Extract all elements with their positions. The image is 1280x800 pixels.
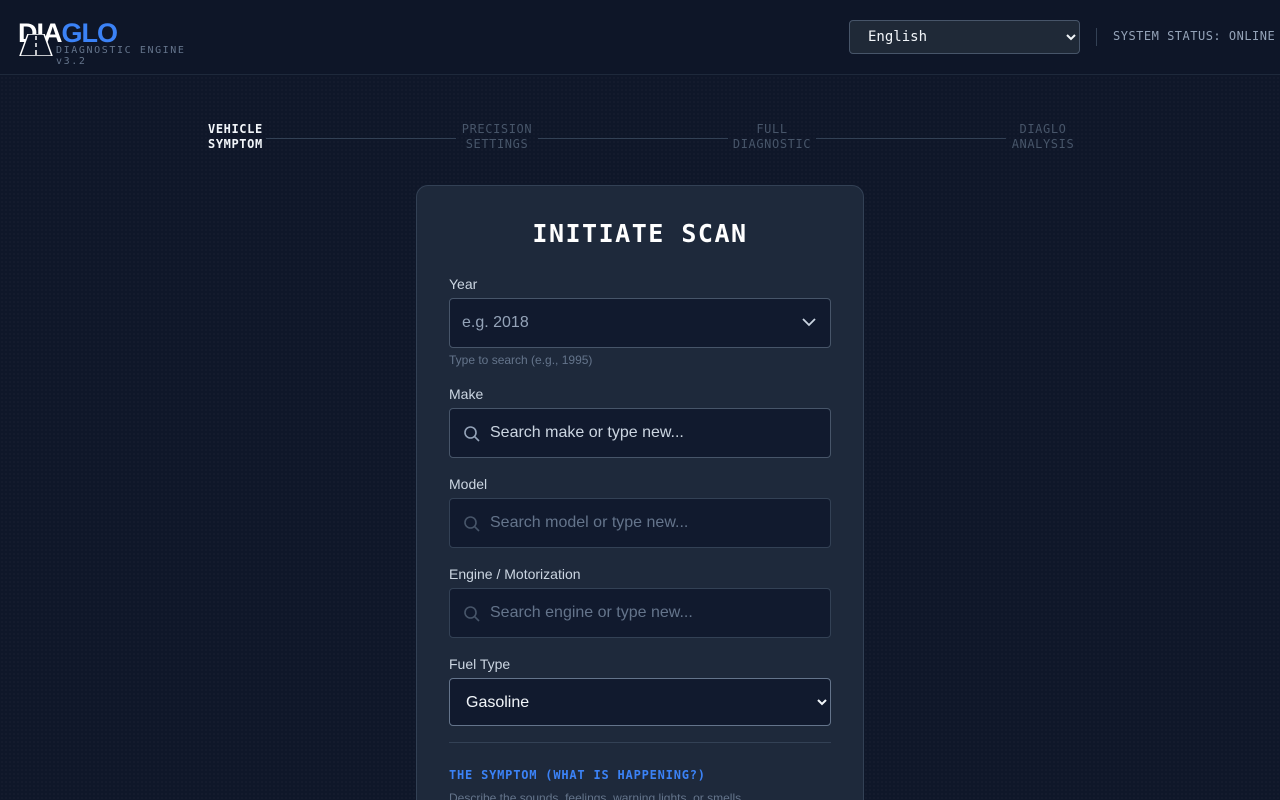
- step-precision-settings[interactable]: PRECISION SETTINGS: [455, 122, 539, 152]
- model-placeholder: Search model or type new...: [490, 514, 689, 531]
- step-diaglo-analysis[interactable]: DIAGLO ANALYSIS: [1006, 122, 1080, 152]
- step-full-diagnostic[interactable]: FULL DIAGNOSTIC: [728, 122, 816, 152]
- step-connector: [538, 138, 728, 139]
- engine-search-input[interactable]: Search engine or type new...: [449, 588, 831, 638]
- model-label: Model: [449, 476, 488, 492]
- model-search-input[interactable]: Search model or type new...: [449, 498, 831, 548]
- section-divider: [449, 742, 831, 743]
- make-label: Make: [449, 386, 484, 402]
- engine-placeholder: Search engine or type new...: [490, 604, 693, 621]
- step-vehicle-symptom[interactable]: VEHICLE SYMPTOM: [208, 122, 263, 152]
- step-connector: [816, 138, 1006, 139]
- step-label-line1: FULL: [756, 122, 788, 136]
- form-title: INITIATE SCAN: [532, 219, 748, 248]
- step-label-line2: DIAGNOSTIC: [732, 137, 812, 151]
- year-placeholder: e.g. 2018: [462, 314, 529, 331]
- logo-tagline: DIAGNOSTIC ENGINE v3.2: [56, 45, 186, 67]
- step-label-line2: SETTINGS: [465, 137, 529, 151]
- status-divider: [1096, 28, 1097, 46]
- year-combobox[interactable]: e.g. 2018: [449, 298, 831, 348]
- search-icon: [464, 606, 480, 622]
- road-icon: [19, 34, 53, 56]
- search-icon: [464, 426, 480, 442]
- system-status: SYSTEM STATUS: ONLINE: [1113, 29, 1276, 43]
- chevron-down-icon[interactable]: [802, 317, 816, 327]
- make-search-input[interactable]: Search make or type new...: [449, 408, 831, 458]
- step-label-line1: VEHICLE: [208, 122, 263, 136]
- language-select[interactable]: English: [849, 20, 1080, 54]
- make-placeholder: Search make or type new...: [490, 424, 684, 441]
- step-label-line2: ANALYSIS: [1011, 137, 1075, 151]
- fuel-type-select[interactable]: Gasoline: [449, 678, 831, 726]
- engine-label: Engine / Motorization: [449, 566, 581, 582]
- fuel-label: Fuel Type: [449, 656, 511, 672]
- step-label-line1: DIAGLO: [1019, 122, 1067, 136]
- diaglo-logo[interactable]: DIAGLO DIAGNOSTIC ENGINE v3.2: [18, 16, 218, 67]
- year-help-text: Type to search (e.g., 1995): [449, 353, 593, 367]
- year-label: Year: [449, 276, 478, 292]
- step-connector: [266, 138, 456, 139]
- symptom-description: Describe the sounds, feelings, warning l…: [449, 791, 752, 800]
- symptom-heading: THE SYMPTOM (WHAT IS HAPPENING?): [449, 768, 706, 782]
- app-header: DIAGLO DIAGNOSTIC ENGINE v3.2 English SY…: [0, 0, 1280, 75]
- step-label-line2: SYMPTOM: [208, 137, 263, 151]
- search-icon: [464, 516, 480, 532]
- step-label-line1: PRECISION: [461, 122, 533, 136]
